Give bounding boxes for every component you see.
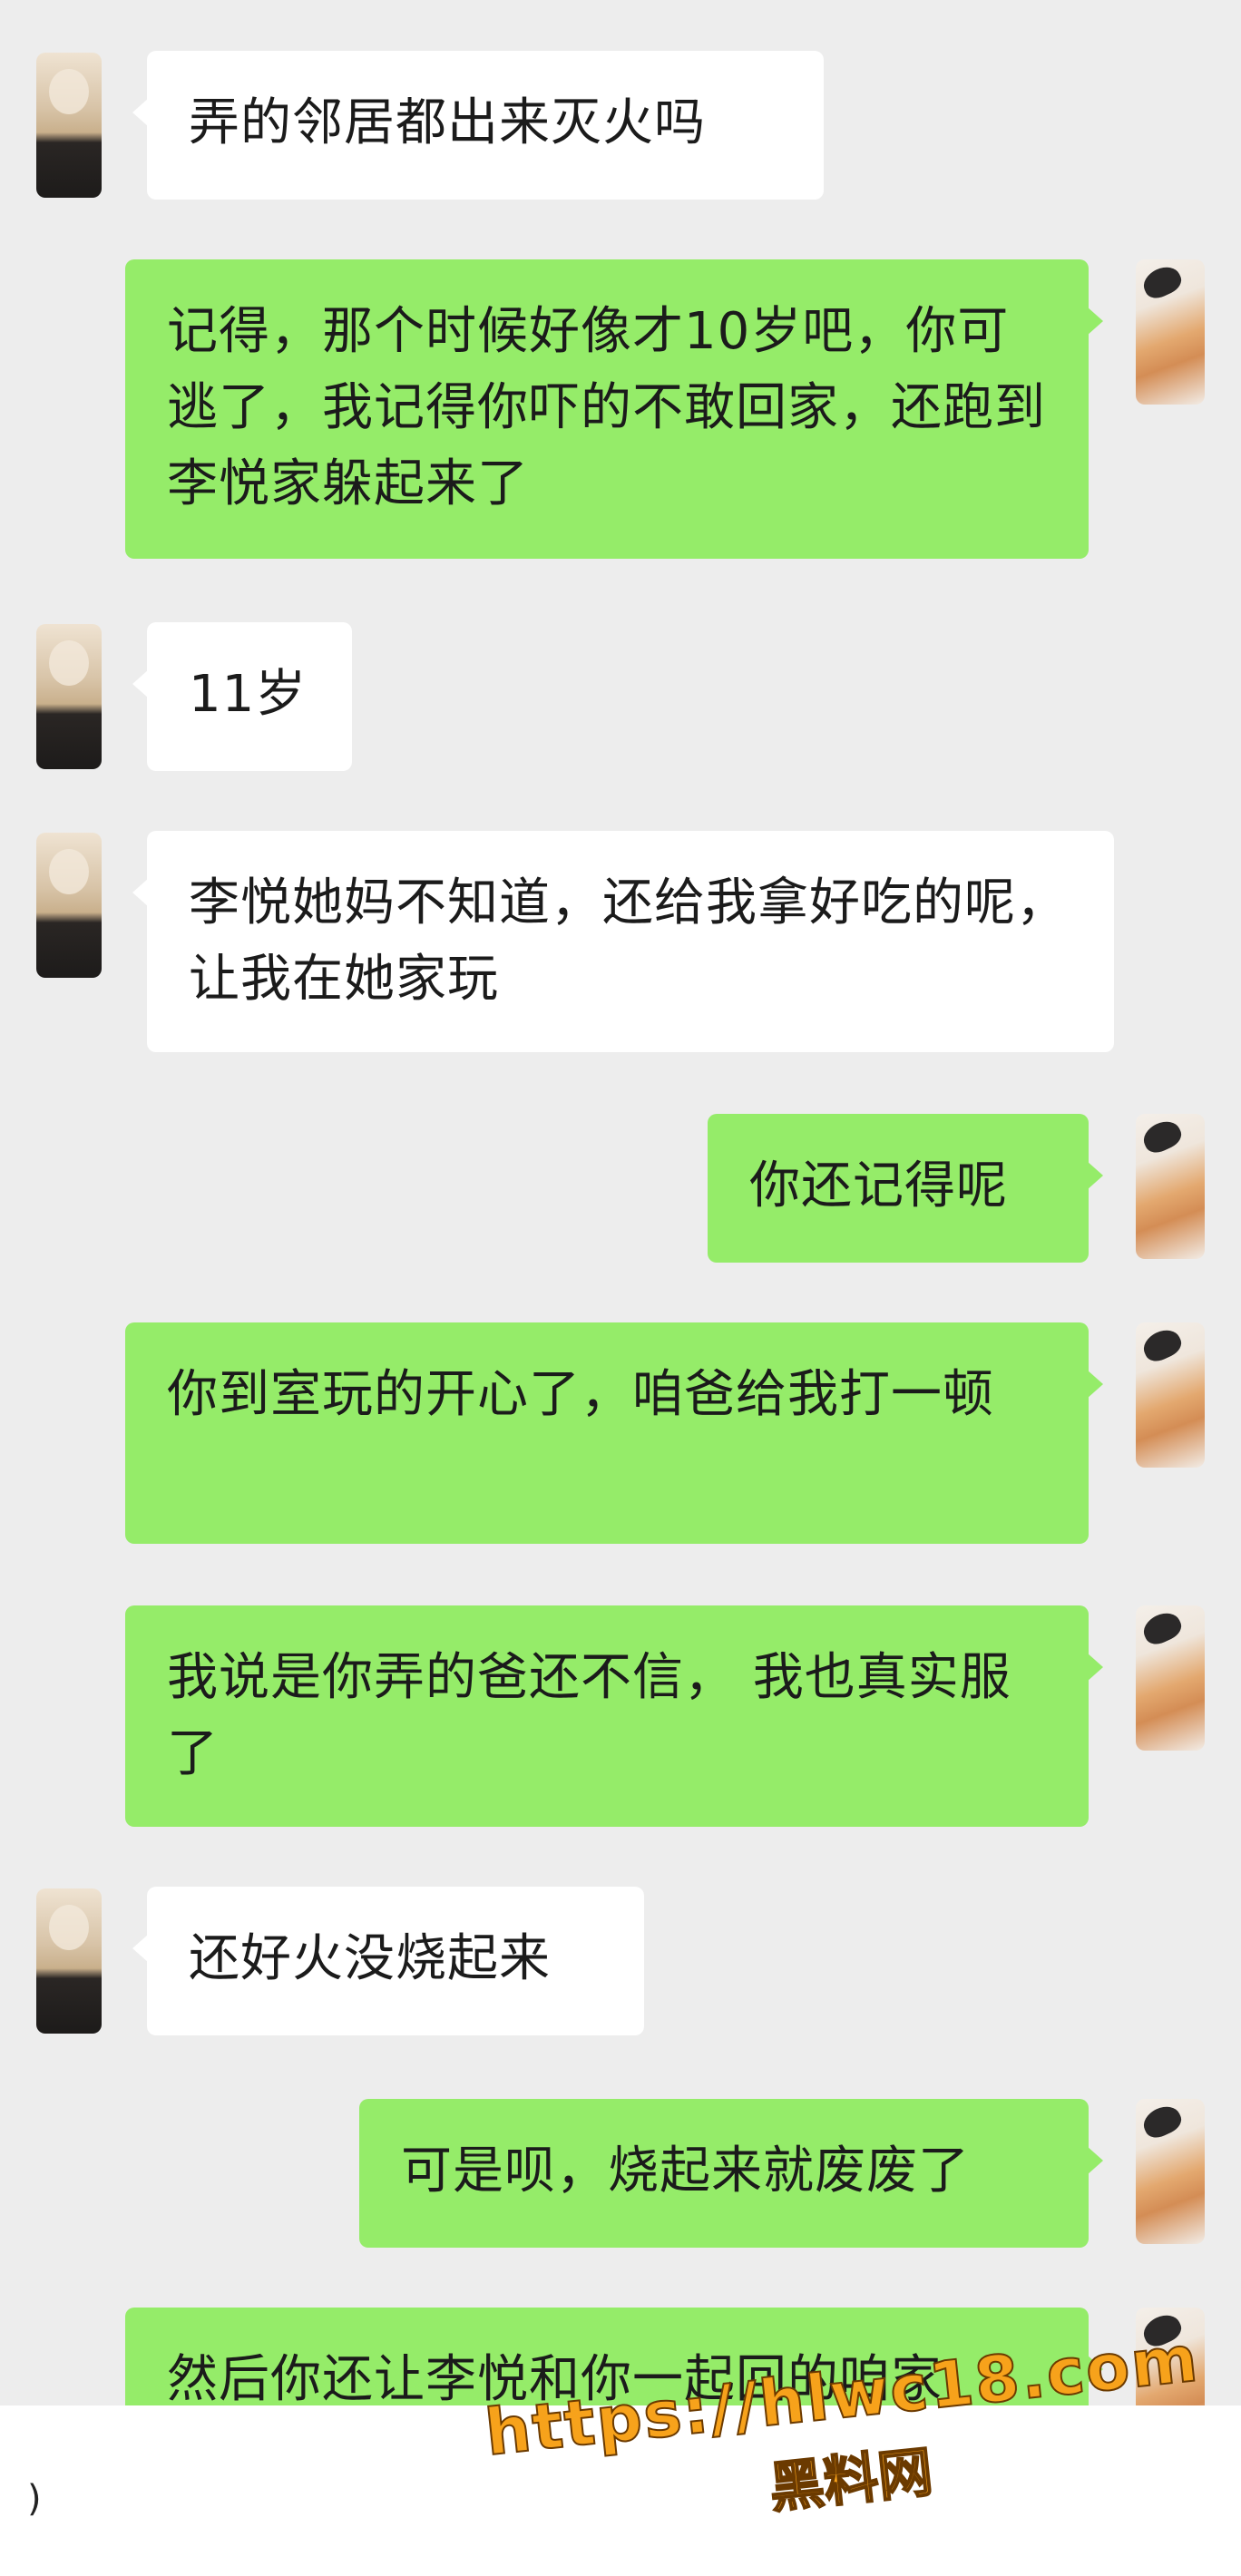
message-text: 李悦她妈不知道，还给我拿好吃的呢，让我在她家玩 xyxy=(189,873,1068,1009)
message-bubble-incoming[interactable]: 还好火没烧起来 xyxy=(132,1887,644,2035)
message-bubble-outgoing[interactable]: 可是呗，烧起来就废废了 xyxy=(359,2099,1103,2248)
self-avatar[interactable] xyxy=(1136,259,1205,405)
message-text: 弄的邻居都出来灭火吗 xyxy=(189,93,706,152)
message-bubble-outgoing[interactable]: 记得，那个时候好像才10岁吧，你可逃了，我记得你吓的不敢回家，还跑到李悦家躲起来… xyxy=(125,259,1103,559)
message-bubble-incoming[interactable]: 弄的邻居都出来灭火吗 xyxy=(132,51,824,200)
voice-toggle-icon[interactable]: ) xyxy=(27,2478,42,2520)
message-bubble-outgoing[interactable]: 你到室玩的开心了，咱爸给我打一顿 xyxy=(125,1322,1103,1544)
message-text: 11岁 xyxy=(189,665,308,724)
message-text: 你到室玩的开心了，咱爸给我打一顿 xyxy=(167,1365,994,1424)
self-avatar[interactable] xyxy=(1136,1114,1205,1259)
self-avatar[interactable] xyxy=(1136,1605,1205,1751)
message-bubble-outgoing[interactable]: 你还记得呢 xyxy=(708,1114,1103,1263)
message-text: 我说是你弄的爸还不信， 我也真实服了 xyxy=(167,1648,1011,1783)
self-avatar[interactable] xyxy=(1136,2099,1205,2244)
message-text: 还好火没烧起来 xyxy=(189,1929,551,1988)
message-text: 你还记得呢 xyxy=(749,1156,1008,1215)
contact-avatar[interactable] xyxy=(36,53,102,198)
contact-avatar[interactable] xyxy=(36,833,102,978)
message-text: 记得，那个时候好像才10岁吧，你可逃了，我记得你吓的不敢回家，还跑到李悦家躲起来… xyxy=(167,302,1046,513)
message-bubble-incoming[interactable]: 李悦她妈不知道，还给我拿好吃的呢，让我在她家玩 xyxy=(132,831,1114,1052)
message-bubble-outgoing[interactable]: 我说是你弄的爸还不信， 我也真实服了 xyxy=(125,1605,1103,1827)
chat-message-list[interactable]: 弄的邻居都出来灭火吗 记得，那个时候好像才10岁吧，你可逃了，我记得你吓的不敢回… xyxy=(0,0,1241,2576)
contact-avatar[interactable] xyxy=(36,624,102,769)
message-text: 可是呗，烧起来就废废了 xyxy=(401,2142,970,2200)
self-avatar[interactable] xyxy=(1136,1322,1205,1468)
message-bubble-incoming[interactable]: 11岁 xyxy=(132,622,352,771)
contact-avatar[interactable] xyxy=(36,1888,102,2034)
